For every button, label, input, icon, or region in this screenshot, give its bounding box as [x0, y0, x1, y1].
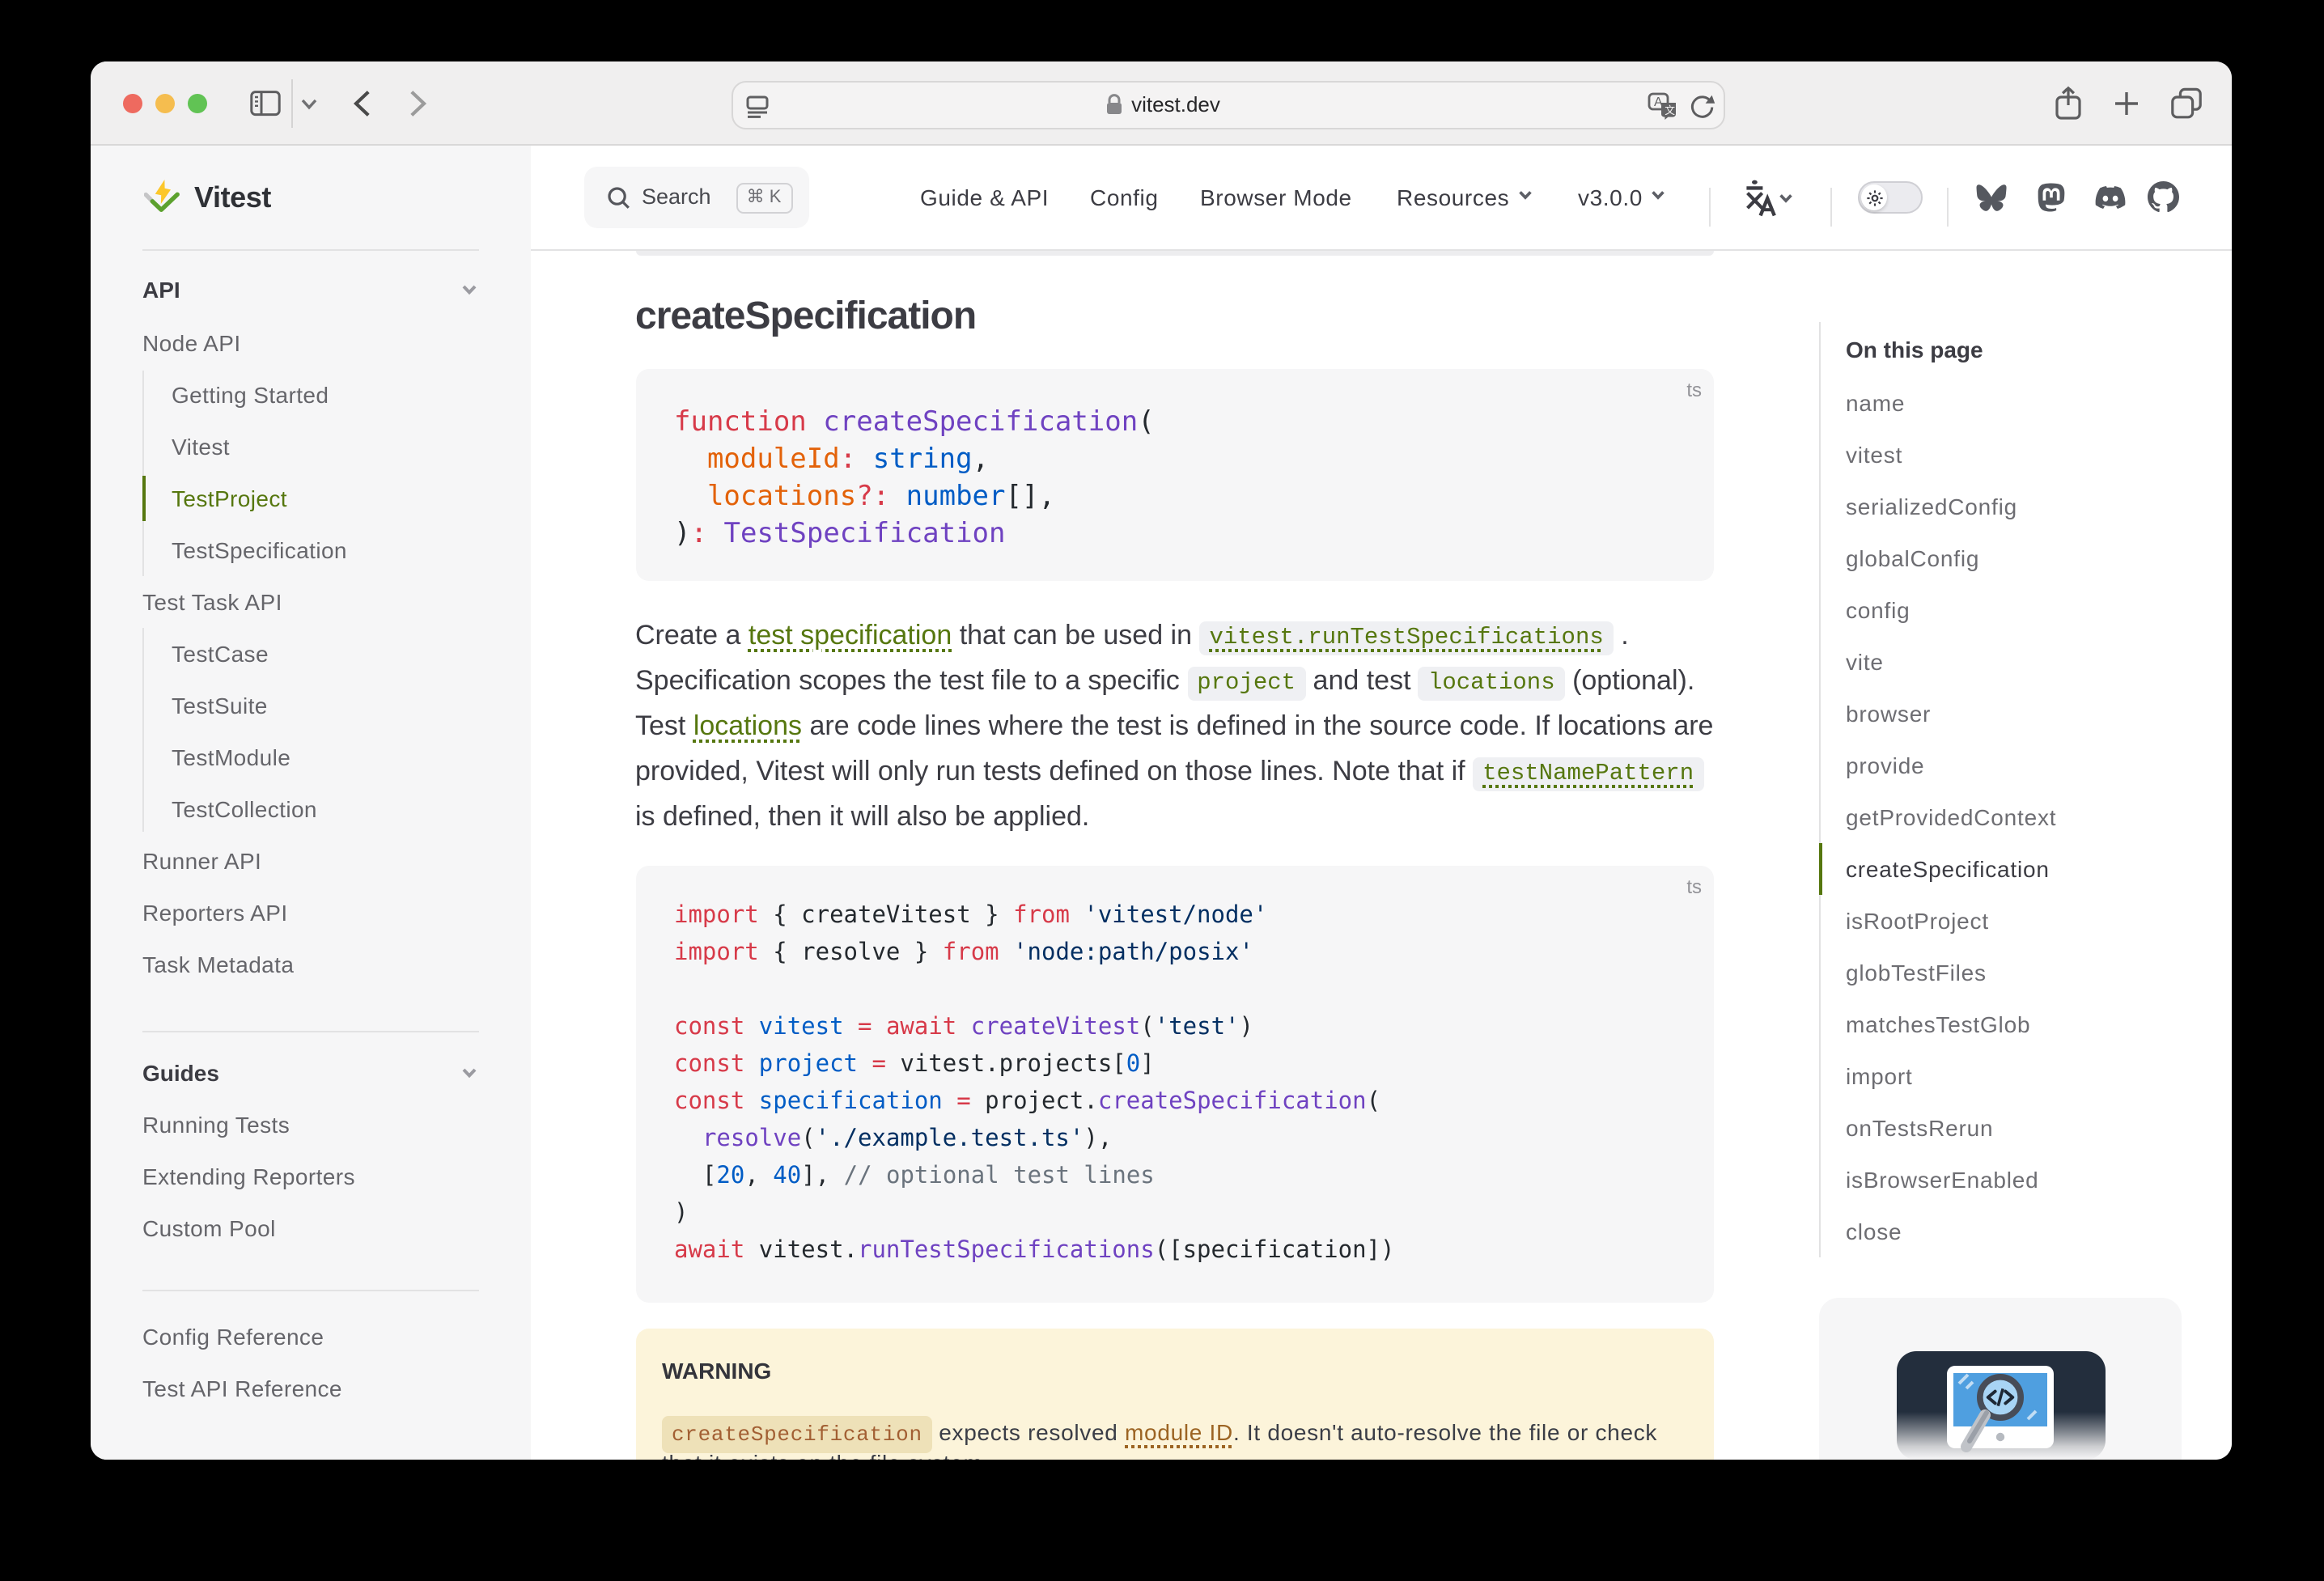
- svg-text:文: 文: [1664, 104, 1674, 117]
